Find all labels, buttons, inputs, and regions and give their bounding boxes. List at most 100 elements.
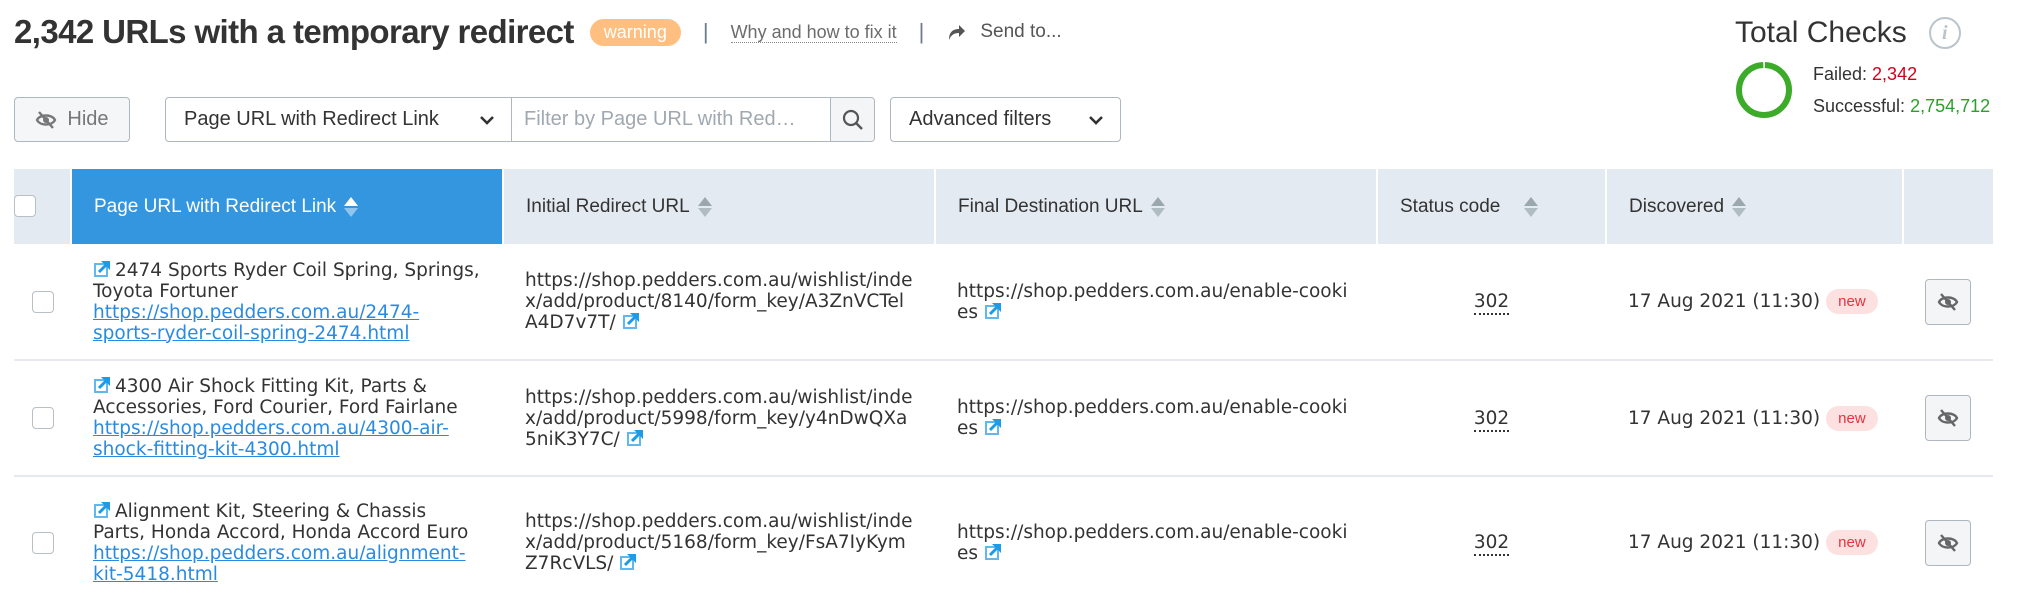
discovered-date: 17 Aug 2021 (11:30) bbox=[1628, 407, 1821, 429]
row-checkbox[interactable] bbox=[31, 407, 54, 429]
divider: | bbox=[702, 19, 709, 44]
sort-icon[interactable] bbox=[1150, 195, 1165, 219]
page-title-text: 2474 Sports Ryder Coil Spring, Springs, … bbox=[93, 259, 480, 302]
discovered-cell: 17 Aug 2021 (11:30) new bbox=[1606, 244, 1903, 361]
sort-icon[interactable] bbox=[697, 195, 712, 219]
initial-redirect-cell: https://shop.pedders.com.au/wishlist/ind… bbox=[503, 244, 935, 361]
column-header-discovered[interactable]: Discovered bbox=[1606, 169, 1904, 244]
status-code-cell: 302 bbox=[1377, 360, 1606, 477]
failed-line: Failed: 2,342 bbox=[1813, 58, 1990, 90]
search-icon bbox=[842, 109, 863, 130]
send-to-label: Send to... bbox=[980, 21, 1062, 42]
column-label: Final Destination URL bbox=[958, 195, 1143, 217]
filter-input[interactable] bbox=[512, 98, 830, 141]
discovered-cell: 17 Aug 2021 (11:30) new bbox=[1606, 476, 1903, 607]
filter-group: Page URL with Redirect Link bbox=[165, 97, 875, 142]
new-badge: new bbox=[1826, 405, 1878, 431]
external-link-icon[interactable] bbox=[984, 543, 1002, 561]
discovered-date: 17 Aug 2021 (11:30) bbox=[1628, 532, 1821, 553]
new-badge: new bbox=[1826, 530, 1878, 555]
page-url-link[interactable]: https://shop.pedders.com.au/2474-sports-… bbox=[93, 302, 419, 344]
row-select-cell bbox=[14, 360, 71, 477]
row-checkbox[interactable] bbox=[31, 290, 54, 313]
page-url-cell: 4300 Air Shock Fitting Kit, Parts & Acce… bbox=[71, 360, 503, 477]
table-row: 4300 Air Shock Fitting Kit, Parts & Acce… bbox=[14, 360, 1993, 477]
discovered-date: 17 Aug 2021 (11:30) bbox=[1628, 291, 1821, 312]
external-link-icon[interactable] bbox=[619, 553, 637, 571]
send-to-button[interactable]: Send to... bbox=[946, 21, 1062, 43]
chevron-down-icon bbox=[480, 115, 494, 125]
info-icon[interactable]: i bbox=[1928, 17, 1961, 49]
page-title: 2,342 URLs with a temporary redirect bbox=[14, 13, 574, 50]
page-url-cell: 2474 Sports Ryder Coil Spring, Springs, … bbox=[71, 244, 503, 361]
column-header-status-code[interactable]: Status code bbox=[1377, 169, 1607, 244]
column-header-page-url[interactable]: Page URL with Redirect Link bbox=[71, 169, 504, 244]
table-row: 2474 Sports Ryder Coil Spring, Springs, … bbox=[14, 244, 1993, 361]
advanced-filters-dropdown[interactable]: Advanced filters bbox=[890, 97, 1121, 142]
table-header-row: Page URL with Redirect Link Initial Redi… bbox=[14, 169, 1993, 244]
external-link-icon[interactable] bbox=[626, 429, 644, 447]
sort-icon[interactable] bbox=[1524, 195, 1539, 219]
divider: | bbox=[918, 19, 925, 44]
filter-column-value: Page URL with Redirect Link bbox=[184, 108, 439, 130]
sort-icon[interactable] bbox=[344, 195, 359, 219]
advanced-filters-label: Advanced filters bbox=[909, 108, 1052, 130]
search-button[interactable] bbox=[830, 98, 874, 141]
page-url-link[interactable]: https://shop.pedders.com.au/4300-air-sho… bbox=[93, 418, 449, 460]
total-checks-widget: Total Checks i Failed: 2,342 Successful:… bbox=[1735, 16, 2020, 122]
final-destination-cell: https://shop.pedders.com.au/enable-cooki… bbox=[935, 476, 1377, 607]
page-url-cell: Alignment Kit, Steering & Chassis Parts,… bbox=[71, 476, 503, 607]
total-checks-title: Total Checks bbox=[1735, 16, 1907, 49]
eye-slash-icon bbox=[1937, 292, 1959, 311]
initial-redirect-cell: https://shop.pedders.com.au/wishlist/ind… bbox=[503, 360, 935, 477]
action-cell bbox=[1903, 360, 1993, 477]
external-link-icon[interactable] bbox=[984, 302, 1002, 320]
title-row: 2,342 URLs with a temporary redirect war… bbox=[14, 8, 1062, 56]
column-header-final-destination-url[interactable]: Final Destination URL bbox=[935, 169, 1378, 244]
column-header-initial-redirect-url[interactable]: Initial Redirect URL bbox=[503, 169, 936, 244]
hide-row-button[interactable] bbox=[1925, 519, 1971, 566]
hide-row-button[interactable] bbox=[1925, 395, 1971, 441]
warning-badge: warning bbox=[589, 18, 681, 46]
hide-row-button[interactable] bbox=[1925, 278, 1971, 325]
filter-column-select[interactable]: Page URL with Redirect Link bbox=[166, 98, 512, 141]
table-row: Alignment Kit, Steering & Chassis Parts,… bbox=[14, 476, 1993, 607]
checks-donut-chart bbox=[1736, 62, 1792, 118]
new-badge: new bbox=[1826, 289, 1878, 314]
eye-slash-icon bbox=[1937, 533, 1959, 552]
failed-label: Failed: bbox=[1813, 64, 1868, 84]
status-code[interactable]: 302 bbox=[1473, 532, 1510, 556]
page-title-text: Alignment Kit, Steering & Chassis Parts,… bbox=[93, 500, 469, 543]
failed-value[interactable]: 2,342 bbox=[1872, 64, 1917, 84]
external-link-icon[interactable] bbox=[93, 260, 111, 278]
final-destination-url: https://shop.pedders.com.au/enable-cooki… bbox=[957, 521, 1348, 564]
status-code[interactable]: 302 bbox=[1473, 407, 1510, 432]
sort-icon[interactable] bbox=[1732, 195, 1747, 219]
select-all-checkbox[interactable] bbox=[14, 195, 36, 218]
column-label: Discovered bbox=[1629, 195, 1725, 217]
column-label: Page URL with Redirect Link bbox=[94, 195, 337, 217]
external-link-icon[interactable] bbox=[622, 312, 640, 330]
row-checkbox[interactable] bbox=[31, 531, 54, 554]
external-link-icon[interactable] bbox=[93, 376, 111, 394]
status-code-cell: 302 bbox=[1377, 476, 1606, 607]
action-cell bbox=[1903, 476, 1993, 607]
initial-redirect-url: https://shop.pedders.com.au/wishlist/ind… bbox=[525, 270, 913, 333]
page-url-link[interactable]: https://shop.pedders.com.au/alignment-ki… bbox=[93, 543, 466, 585]
status-code[interactable]: 302 bbox=[1473, 291, 1510, 315]
initial-redirect-cell: https://shop.pedders.com.au/wishlist/ind… bbox=[503, 476, 935, 607]
external-link-icon[interactable] bbox=[93, 501, 111, 519]
eye-slash-icon bbox=[36, 110, 57, 129]
share-arrow-icon bbox=[949, 25, 966, 40]
successful-value[interactable]: 2,754,712 bbox=[1910, 96, 1990, 116]
external-link-icon[interactable] bbox=[984, 418, 1002, 436]
why-and-how-to-fix-link[interactable]: Why and how to fix it bbox=[730, 22, 897, 43]
final-destination-url: https://shop.pedders.com.au/enable-cooki… bbox=[957, 397, 1348, 439]
column-header-actions bbox=[1903, 169, 1993, 244]
final-destination-cell: https://shop.pedders.com.au/enable-cooki… bbox=[935, 244, 1377, 361]
eye-slash-icon bbox=[1937, 409, 1959, 427]
donut-successful-segment bbox=[1736, 62, 1792, 118]
hide-button[interactable]: Hide bbox=[14, 97, 130, 142]
column-label: Initial Redirect URL bbox=[526, 195, 690, 217]
page-title-text: 4300 Air Shock Fitting Kit, Parts & Acce… bbox=[93, 376, 458, 418]
